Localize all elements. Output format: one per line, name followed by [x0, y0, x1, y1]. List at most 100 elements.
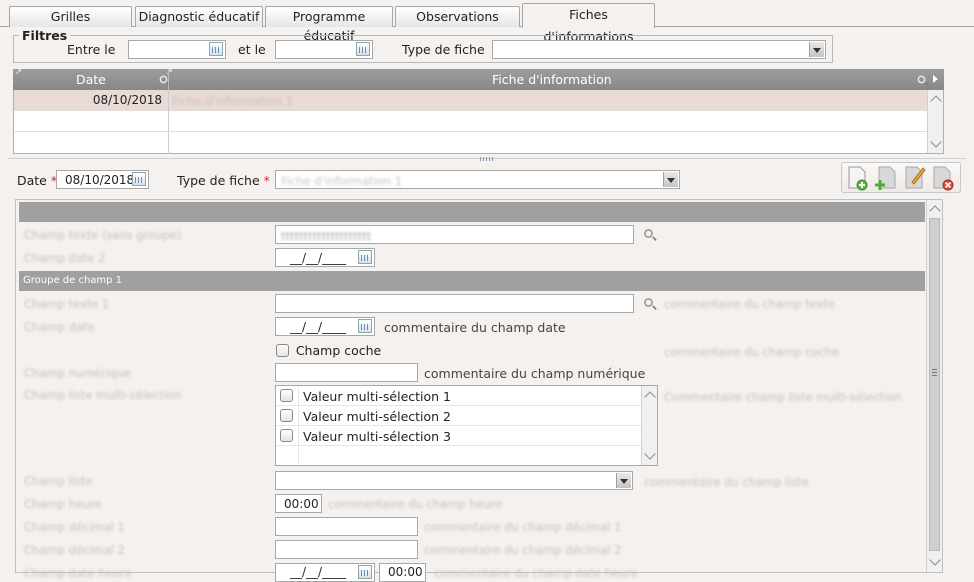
edit-icon	[905, 166, 926, 189]
field-num-comment: commentaire du champ numérique	[424, 366, 646, 381]
tab-diagnostic-educatif[interactable]: Diagnostic éducatif	[135, 6, 263, 27]
checkbox[interactable]	[280, 429, 293, 442]
group1-header: Groupe de champ 1	[19, 271, 925, 291]
filters-legend: Filtres	[19, 28, 71, 43]
detail-type-label: Type de fiche *	[177, 173, 270, 188]
field-dec2-input[interactable]	[275, 540, 418, 559]
checkbox[interactable]	[276, 344, 289, 357]
tab-observations[interactable]: Observations	[395, 6, 520, 27]
field-date2-label: Champ date 2	[24, 251, 106, 265]
cell-fiche: Fiche d'information 1	[172, 94, 294, 108]
multi-list-scrollbar[interactable]	[641, 386, 657, 465]
resize-icon: ↗	[166, 67, 173, 76]
column-date-header[interactable]: Date	[76, 72, 106, 87]
field-dec1-comment: commentaire du champ décimal 1	[424, 520, 622, 534]
scroll-up-icon[interactable]	[930, 95, 942, 107]
scroll-thumb[interactable]	[929, 218, 940, 551]
form-scrollbar[interactable]	[926, 200, 942, 572]
add-button[interactable]	[873, 164, 897, 192]
dropdown-arrow-icon[interactable]	[663, 172, 678, 187]
scroll-up-icon[interactable]	[929, 205, 941, 217]
magnifier-icon[interactable]	[159, 75, 168, 84]
scroll-down-icon[interactable]	[644, 448, 656, 460]
field-text-nogroup-label: Champ texte (sans groupe)	[24, 228, 182, 242]
field-hour-input[interactable]: 00:00	[275, 494, 322, 513]
field-date-comment: commentaire du champ date	[384, 320, 566, 335]
calendar-icon[interactable]	[356, 42, 370, 56]
field-num-label: Champ numérique	[24, 366, 131, 380]
field-datetime-hour-input[interactable]: 00:00	[379, 563, 426, 582]
tab-programme-educatif[interactable]: Programme éducatif	[265, 6, 393, 43]
add-icon	[875, 166, 896, 190]
field-date-input[interactable]: __/__/____	[275, 317, 375, 336]
field-list-comment: commentaire du champ liste	[644, 475, 810, 489]
field-date2-input[interactable]: __/__/____	[275, 248, 375, 267]
detail-type-select[interactable]: Fiche d'information 1	[275, 170, 680, 189]
dropdown-arrow-icon[interactable]	[616, 473, 631, 488]
grid-scrollbar[interactable]	[927, 90, 943, 153]
field-datetime-comment: commentaire du champ date heure	[434, 566, 638, 580]
field-list-select[interactable]	[275, 471, 633, 490]
field-datetime-date-input[interactable]: __/__/____	[275, 563, 375, 582]
table-row[interactable]	[14, 111, 928, 132]
chevron-right-icon[interactable]	[933, 75, 938, 83]
type-fiche-filter-select[interactable]	[492, 40, 826, 59]
table-row[interactable]	[14, 132, 928, 153]
between-label: Entre le	[67, 42, 116, 57]
scroll-down-icon[interactable]	[929, 554, 941, 566]
field-text1-label: Champ texte 1	[24, 297, 110, 311]
field-text1-input[interactable]	[275, 294, 634, 313]
field-multi-comment: Commentaire champ liste multi-sélection	[664, 390, 902, 404]
edit-button[interactable]	[903, 164, 927, 192]
column-divider	[168, 69, 169, 90]
new-doc-icon	[848, 166, 868, 191]
between-date-input[interactable]	[128, 40, 226, 59]
calendar-icon[interactable]	[358, 319, 372, 333]
field-dec1-label: Champ décimal 1	[24, 520, 125, 534]
field-hour-label: Champ heure	[24, 497, 102, 511]
resize-icon: ↗	[15, 67, 22, 76]
and-label: et le	[238, 42, 266, 57]
delete-icon	[933, 166, 954, 191]
splitter-grip-icon[interactable]	[480, 157, 494, 161]
tab-grilles[interactable]: Grilles	[9, 6, 132, 27]
grid-body: 08/10/2018 Fiche d'information 1	[13, 90, 944, 154]
detail-date-label: Date *	[17, 173, 58, 188]
field-list-label: Champ liste	[24, 474, 93, 488]
cell-date: 08/10/2018	[92, 93, 162, 107]
checkbox[interactable]	[280, 409, 293, 422]
new-doc-button[interactable]	[846, 164, 870, 192]
panel-splitter[interactable]	[8, 157, 966, 161]
list-item[interactable]: Valeur multi-sélection 2	[276, 406, 642, 426]
field-dec1-input[interactable]	[275, 517, 418, 536]
checkbox[interactable]	[280, 389, 293, 402]
tab-fiches-informations[interactable]: Fiches d'informations	[522, 3, 655, 44]
scroll-down-icon[interactable]	[930, 136, 942, 148]
calendar-icon[interactable]	[209, 42, 223, 56]
detail-date-input[interactable]: 08/10/2018	[56, 170, 149, 189]
field-text-nogroup-input[interactable]: tttttttttttttttttttt	[275, 225, 634, 244]
grid-header: ↗ Date ↗ Fiche d'information	[13, 67, 944, 90]
checkbox-field[interactable]: Champ coche	[276, 343, 381, 358]
list-item[interactable]: Valeur multi-sélection 1	[276, 386, 642, 464]
dropdown-arrow-icon[interactable]	[809, 42, 824, 57]
field-hour-comment: commentaire du champ heure	[328, 497, 503, 511]
magnifier-icon[interactable]	[917, 75, 926, 84]
calendar-icon[interactable]	[132, 172, 146, 186]
calendar-icon[interactable]	[358, 250, 372, 264]
magnifier-icon[interactable]	[644, 298, 653, 307]
magnifier-icon[interactable]	[644, 229, 653, 238]
multi-select-list[interactable]: Valeur multi-sélection 1 Valeur multi-sé…	[275, 385, 658, 466]
delete-button[interactable]	[931, 164, 955, 192]
column-fiche-header[interactable]: Fiche d'information	[492, 72, 612, 87]
scroll-up-icon[interactable]	[644, 391, 656, 403]
form-panel: Champ texte (sans groupe) tttttttttttttt…	[15, 199, 943, 582]
list-item[interactable]: Valeur multi-sélection 3	[276, 426, 642, 446]
field-num-input[interactable]	[275, 363, 418, 382]
type-fiche-filter-label: Type de fiche	[402, 42, 485, 57]
field-multi-label: Champ liste multi-sélection	[24, 388, 182, 402]
field-dec2-label: Champ décimal 2	[24, 543, 125, 557]
and-date-input[interactable]	[275, 40, 373, 59]
table-row[interactable]: 08/10/2018 Fiche d'information 1	[14, 90, 928, 154]
field-dec2-comment: commentaire du champ décimal 2	[424, 543, 622, 557]
